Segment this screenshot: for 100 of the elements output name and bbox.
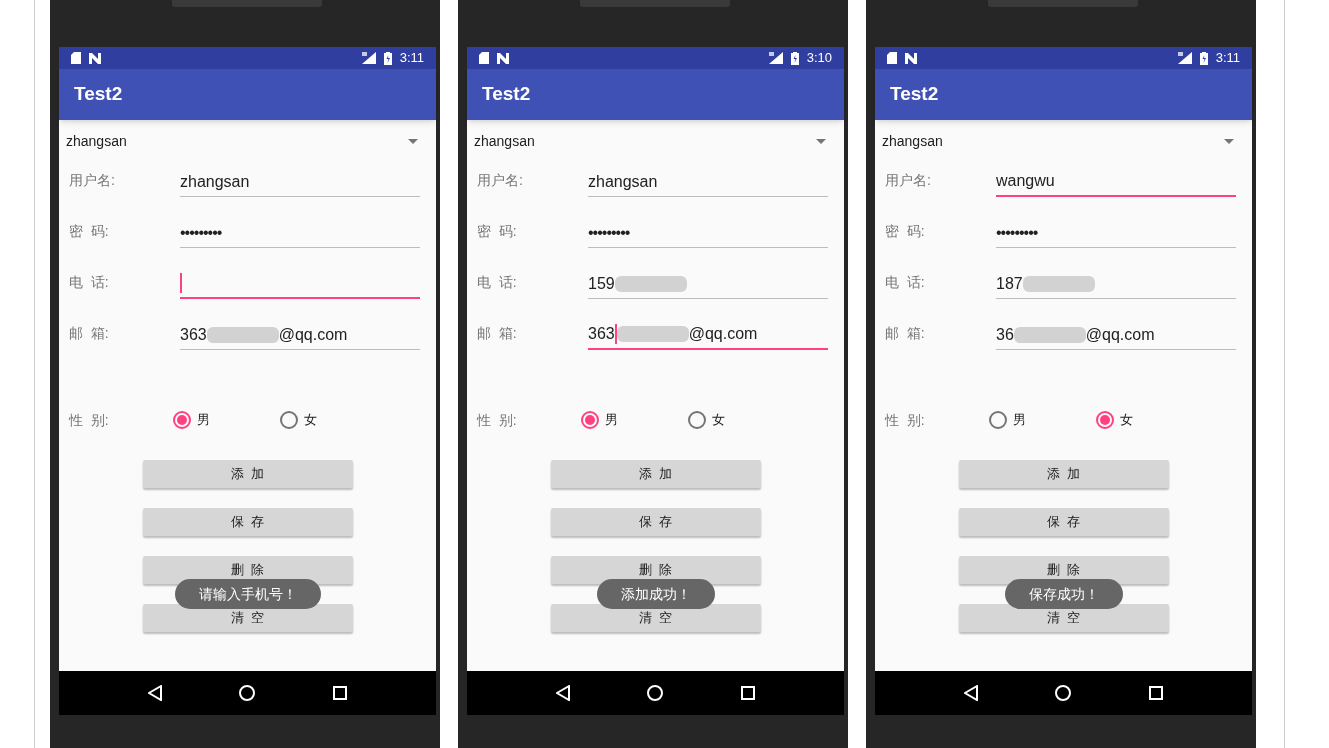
- recents-icon[interactable]: [333, 686, 348, 700]
- input-field[interactable]: 363 @qq.com: [180, 320, 420, 350]
- radio-checked-icon: [173, 411, 191, 429]
- sd-card-icon: [479, 52, 489, 64]
- field-value: @qq.com: [278, 324, 348, 345]
- input-field[interactable]: •••••••••: [996, 218, 1236, 248]
- signal-icon: [1177, 52, 1192, 64]
- dropdown-arrow-icon: [816, 138, 826, 144]
- field-value: 187: [996, 273, 1023, 294]
- message-toast: 请输入手机号！: [174, 579, 321, 609]
- field-label: 用户名:: [69, 171, 116, 190]
- battery-icon: [790, 51, 799, 65]
- radio-unchecked-icon: [280, 411, 298, 429]
- dropdown-value: zhangsan: [882, 131, 944, 151]
- field-value: •••••••••: [588, 222, 630, 243]
- field-label: 邮 箱:: [477, 324, 518, 343]
- field-label: 邮 箱:: [69, 324, 110, 343]
- input-field[interactable]: 159: [588, 269, 828, 299]
- action-button[interactable]: 添 加: [958, 460, 1169, 488]
- action-button[interactable]: 删 除: [142, 556, 353, 584]
- dropdown-value: zhangsan: [66, 131, 128, 151]
- back-icon[interactable]: [555, 685, 570, 701]
- input-field[interactable]: •••••••••: [588, 218, 828, 248]
- field-label: 用户名:: [885, 171, 932, 190]
- field-value: @qq.com: [688, 324, 758, 344]
- field-label: 电 话:: [69, 273, 110, 292]
- field-label: 密 码:: [885, 222, 926, 241]
- field-label: 电 话:: [477, 273, 518, 292]
- action-button[interactable]: 保 存: [142, 508, 353, 536]
- radio-option[interactable]: 女: [1096, 410, 1203, 430]
- action-button[interactable]: 添 加: [142, 460, 353, 488]
- input-field[interactable]: 36 @qq.com: [996, 320, 1236, 350]
- radio-option[interactable]: 男: [173, 410, 280, 430]
- status-time: 3:10: [806, 49, 832, 68]
- field-label: 密 码:: [477, 222, 518, 241]
- message-toast: 保存成功！: [1004, 579, 1123, 609]
- back-icon[interactable]: [963, 685, 978, 701]
- field-value: @qq.com: [1085, 324, 1155, 345]
- user-dropdown[interactable]: zhangsan: [875, 120, 1252, 162]
- action-button[interactable]: 删 除: [550, 556, 761, 584]
- field-value: 363: [180, 324, 207, 345]
- home-icon[interactable]: [239, 685, 256, 701]
- input-field[interactable]: zhangsan: [180, 167, 420, 197]
- field-label: 密 码:: [69, 222, 110, 241]
- field-label: 邮 箱:: [885, 324, 926, 343]
- signal-icon: [361, 52, 376, 64]
- user-dropdown[interactable]: zhangsan: [59, 120, 436, 162]
- notification-icon: [89, 52, 101, 64]
- input-field[interactable]: 187: [996, 269, 1236, 299]
- input-field[interactable]: 363 @qq.com: [588, 320, 828, 350]
- radio-option[interactable]: 男: [581, 410, 688, 430]
- field-value: •••••••••: [996, 222, 1038, 243]
- dropdown-arrow-icon: [408, 138, 418, 144]
- action-button[interactable]: 保 存: [958, 508, 1169, 536]
- home-icon[interactable]: [647, 685, 664, 701]
- battery-icon: [383, 51, 392, 65]
- radio-checked-icon: [1096, 411, 1114, 429]
- battery-icon: [1199, 51, 1208, 65]
- status-time: 3:11: [399, 49, 424, 68]
- notification-icon: [497, 52, 509, 64]
- app-title: Test2: [482, 82, 531, 107]
- input-field[interactable]: zhangsan: [588, 167, 828, 197]
- radio-option[interactable]: 女: [688, 410, 795, 430]
- field-label: 性 别:: [477, 410, 518, 430]
- radio-checked-icon: [581, 411, 599, 429]
- field-value: 363: [588, 324, 615, 344]
- field-label: 性 别:: [69, 410, 110, 430]
- radio-unchecked-icon: [989, 411, 1007, 429]
- recents-icon[interactable]: [741, 686, 756, 700]
- field-value: 36: [996, 324, 1014, 345]
- input-field[interactable]: wangwu: [996, 167, 1236, 197]
- radio-option[interactable]: 女: [280, 410, 387, 430]
- field-label: 电 话:: [885, 273, 926, 292]
- field-label: 性 别:: [885, 410, 926, 430]
- action-button[interactable]: 删 除: [958, 556, 1169, 584]
- action-button[interactable]: 添 加: [550, 460, 761, 488]
- app-title: Test2: [74, 82, 123, 107]
- field-label: 用户名:: [477, 171, 524, 190]
- user-dropdown[interactable]: zhangsan: [467, 120, 844, 162]
- action-button[interactable]: 清 空: [550, 604, 761, 632]
- text-cursor: [180, 273, 182, 293]
- signal-icon: [768, 52, 783, 64]
- text-cursor: [614, 324, 617, 344]
- dropdown-arrow-icon: [1224, 138, 1234, 144]
- sd-card-icon: [71, 52, 81, 64]
- input-field[interactable]: •••••••••: [180, 218, 420, 248]
- recents-icon[interactable]: [1149, 686, 1164, 700]
- message-toast: 添加成功！: [596, 579, 715, 609]
- field-value: wangwu: [996, 171, 1055, 191]
- field-value: zhangsan: [180, 171, 250, 192]
- action-button[interactable]: 保 存: [550, 508, 761, 536]
- field-value: •••••••••: [180, 222, 222, 243]
- back-icon[interactable]: [147, 685, 162, 701]
- action-button[interactable]: 清 空: [958, 604, 1169, 632]
- radio-option[interactable]: 男: [989, 410, 1096, 430]
- radio-unchecked-icon: [688, 411, 706, 429]
- sd-card-icon: [887, 52, 897, 64]
- dropdown-value: zhangsan: [474, 131, 536, 151]
- home-icon[interactable]: [1055, 685, 1072, 701]
- app-title: Test2: [890, 82, 939, 107]
